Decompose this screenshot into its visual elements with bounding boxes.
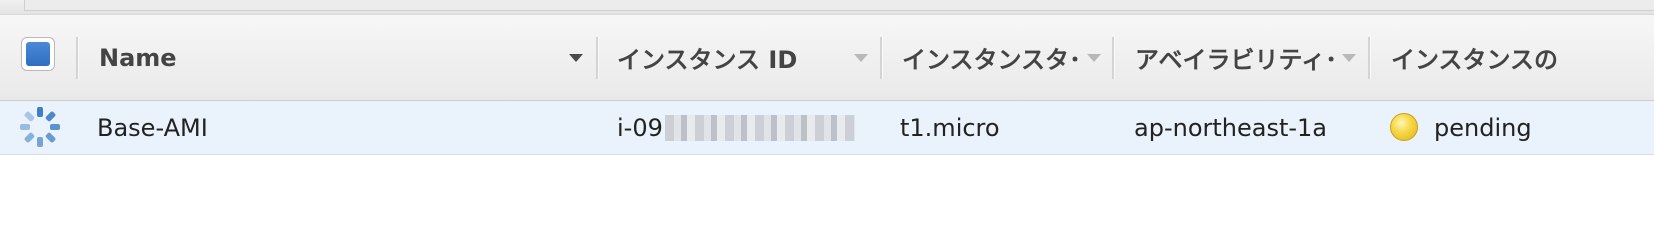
column-header-instance-type[interactable]: インスタンスタ･ — [902, 15, 1084, 100]
sort-arrow-icon[interactable] — [1087, 54, 1101, 62]
cell-instance-type: t1.micro — [900, 101, 1000, 154]
cell-instance-id: i-09 — [617, 101, 855, 154]
column-header-instance-id[interactable]: インスタンス ID — [617, 15, 847, 100]
column-header-name-label: Name — [99, 43, 177, 72]
top-toolbar-edge — [0, 0, 1654, 15]
column-header-instance-state[interactable]: インスタンスの — [1391, 15, 1654, 100]
cell-availability-zone: ap-northeast-1a — [1134, 101, 1327, 154]
column-header-instance-id-label: インスタンス ID — [617, 46, 798, 74]
loading-spinner-icon — [20, 107, 60, 147]
top-toolbar-inner — [24, 0, 1654, 11]
column-header-availability-zone[interactable]: アベイラビリティ･ — [1135, 15, 1339, 100]
cell-instance-state: pending — [1434, 101, 1532, 154]
table-header: Name インスタンス ID インスタンスタ･ アベイラビリティ･ インスタンス… — [0, 14, 1654, 101]
instance-name: Base-AMI — [97, 113, 208, 142]
column-header-name[interactable]: Name — [99, 15, 579, 100]
table-row[interactable]: Base-AMI i-09 t1.micro ap-northeast-1a p… — [0, 101, 1654, 155]
sort-arrow-icon[interactable] — [1342, 54, 1356, 62]
sort-arrow-icon[interactable] — [569, 54, 583, 62]
column-separator[interactable] — [1368, 37, 1371, 79]
instance-id: i-09 — [617, 113, 663, 142]
sort-arrow-icon[interactable] — [854, 54, 868, 62]
column-header-instance-state-label: インスタンスの — [1391, 46, 1559, 74]
column-header-availability-zone-label: アベイラビリティ･ — [1135, 46, 1338, 74]
cell-name: Base-AMI — [97, 101, 208, 154]
column-header-instance-type-label: インスタンスタ･ — [902, 46, 1082, 74]
column-separator[interactable] — [1112, 37, 1115, 79]
instance-type: t1.micro — [900, 113, 1000, 142]
column-separator[interactable] — [596, 37, 599, 79]
redacted-blur — [664, 114, 855, 141]
availability-zone: ap-northeast-1a — [1134, 113, 1328, 142]
pending-status-icon — [1390, 113, 1418, 141]
column-separator[interactable] — [880, 37, 883, 79]
column-separator[interactable] — [76, 37, 79, 79]
instances-table: Name インスタンス ID インスタンスタ･ アベイラビリティ･ インスタンス… — [0, 14, 1654, 155]
instance-state: pending — [1434, 113, 1532, 142]
select-all-checkbox[interactable] — [21, 37, 55, 71]
select-all-checkbox-fill — [26, 42, 50, 66]
